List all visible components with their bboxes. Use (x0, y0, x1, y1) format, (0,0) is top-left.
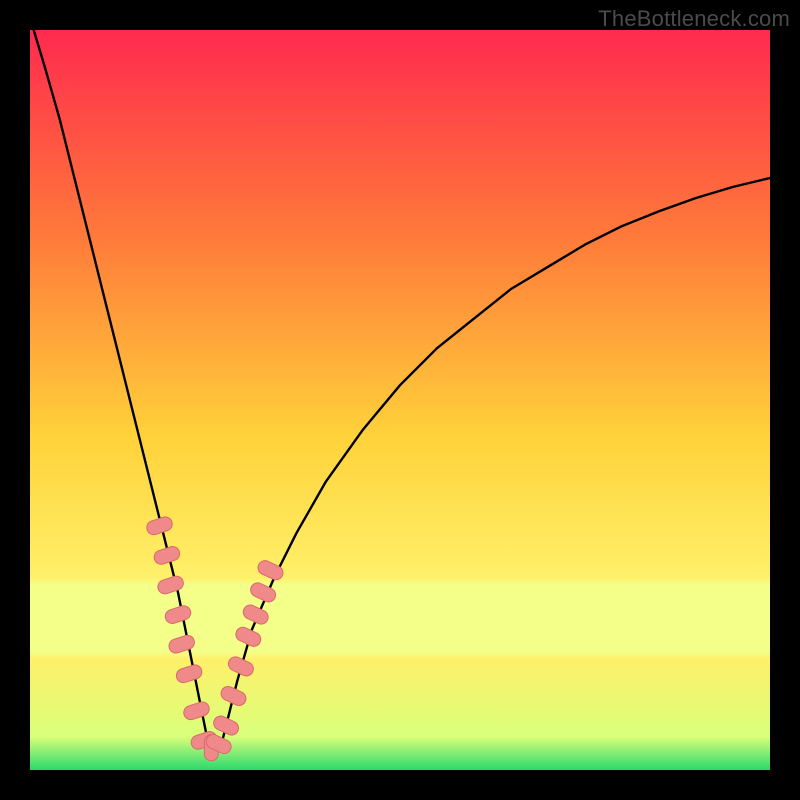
gradient-background (30, 30, 770, 770)
bottleneck-chart (30, 30, 770, 770)
watermark-text: TheBottleneck.com (598, 6, 790, 32)
chart-frame (30, 30, 770, 770)
